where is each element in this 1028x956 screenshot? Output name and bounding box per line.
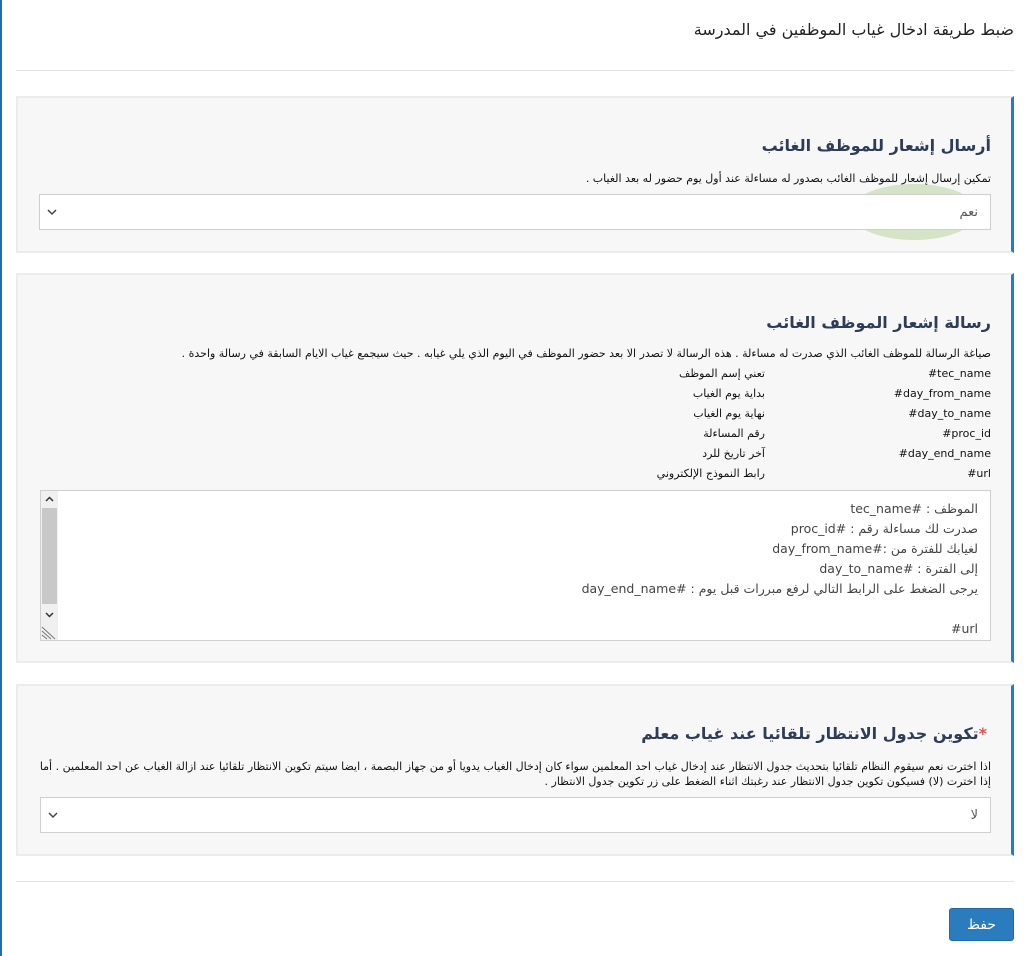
placeholder-key: #proc_id (942, 427, 991, 440)
placeholder-row: #day_from_name بداية يوم الغياب (571, 385, 991, 405)
scroll-up-icon[interactable] (41, 491, 58, 508)
placeholder-row: #proc_id رقم المساءلة (571, 425, 991, 445)
placeholder-row: #url رابط النموذج الإلكتروني (571, 465, 991, 485)
waiting-schedule-panel: *تكوين جدول الانتظار تلقائيا عند غياب مع… (16, 684, 1014, 856)
placeholder-row: #day_to_name نهاية يوم الغياب (571, 405, 991, 425)
resize-handle-icon[interactable] (41, 624, 57, 640)
scroll-down-icon[interactable] (41, 606, 58, 623)
message-textarea[interactable]: الموظف : #tec_name صدرت لك مساءلة رقم : … (40, 490, 991, 641)
chevron-down-icon (47, 209, 57, 216)
message-line: إلى الفترة : #day_to_name (819, 561, 978, 576)
settings-page: ضبط طريقة ادخال غياب الموظفين في المدرسة… (0, 0, 1028, 956)
notification-message-title: رسالة إشعار الموظف الغائب (766, 313, 991, 332)
footer-divider (16, 881, 1014, 882)
message-line: صدرت لك مساءلة رقم : #proc_id (790, 521, 978, 536)
placeholder-row: #day_end_name آخر تاريخ للرد (571, 445, 991, 465)
notification-message-help: صياغة الرسالة للموظف الغائب الذي صدرت له… (181, 347, 991, 360)
waiting-schedule-title-text: تكوين جدول الانتظار تلقائيا عند غياب معل… (641, 724, 979, 743)
waiting-schedule-help: اذا اخترت نعم سيقوم النظام تلقائيا بتحدي… (39, 760, 991, 788)
placeholder-list: #tec_name تعني إسم الموظف #day_from_name… (571, 365, 991, 485)
placeholder-desc: بداية يوم الغياب (692, 387, 765, 400)
message-line: لغيابك للفترة من :#day_from_name (772, 541, 978, 556)
textarea-scrollbar[interactable] (41, 491, 58, 640)
save-button[interactable]: حفظ (949, 908, 1014, 941)
absence-notification-select[interactable]: نعم (39, 194, 991, 230)
placeholder-key: #url (967, 467, 991, 480)
placeholder-desc: رقم المساءلة (703, 427, 765, 440)
required-mark: * (978, 724, 987, 743)
message-line: #url (950, 621, 978, 636)
placeholder-desc: رابط النموذج الإلكتروني (656, 467, 765, 480)
waiting-schedule-value: لا (970, 808, 978, 823)
message-line: يرجى الضغط على الرابط التالي لرفع مبررات… (581, 581, 978, 596)
placeholder-key: #tec_name (927, 367, 991, 380)
page-title: ضبط طريقة ادخال غياب الموظفين في المدرسة (693, 20, 1014, 39)
waiting-schedule-select[interactable]: لا (40, 797, 991, 833)
placeholder-key: #day_to_name (908, 407, 991, 420)
absence-notification-value: نعم (959, 205, 978, 220)
placeholder-desc: تعني إسم الموظف (678, 367, 765, 380)
placeholder-desc: نهاية يوم الغياب (693, 407, 765, 420)
scroll-thumb[interactable] (42, 508, 57, 604)
placeholder-key: #day_end_name (898, 447, 991, 460)
waiting-schedule-title: *تكوين جدول الانتظار تلقائيا عند غياب مع… (641, 724, 991, 743)
absence-notification-title: أرسال إشعار للموظف الغائب (761, 136, 991, 155)
notification-message-panel: رسالة إشعار الموظف الغائب صياغة الرسالة … (16, 273, 1014, 663)
message-line: الموظف : #tec_name (850, 501, 978, 516)
placeholder-row: #tec_name تعني إسم الموظف (571, 365, 991, 385)
title-divider (16, 70, 1014, 71)
placeholder-key: #day_from_name (893, 387, 991, 400)
placeholder-desc: آخر تاريخ للرد (702, 447, 765, 460)
chevron-down-icon (48, 812, 58, 819)
absence-notification-help: تمكين إرسال إشعار للموظف الغائب بصدور له… (585, 172, 991, 185)
